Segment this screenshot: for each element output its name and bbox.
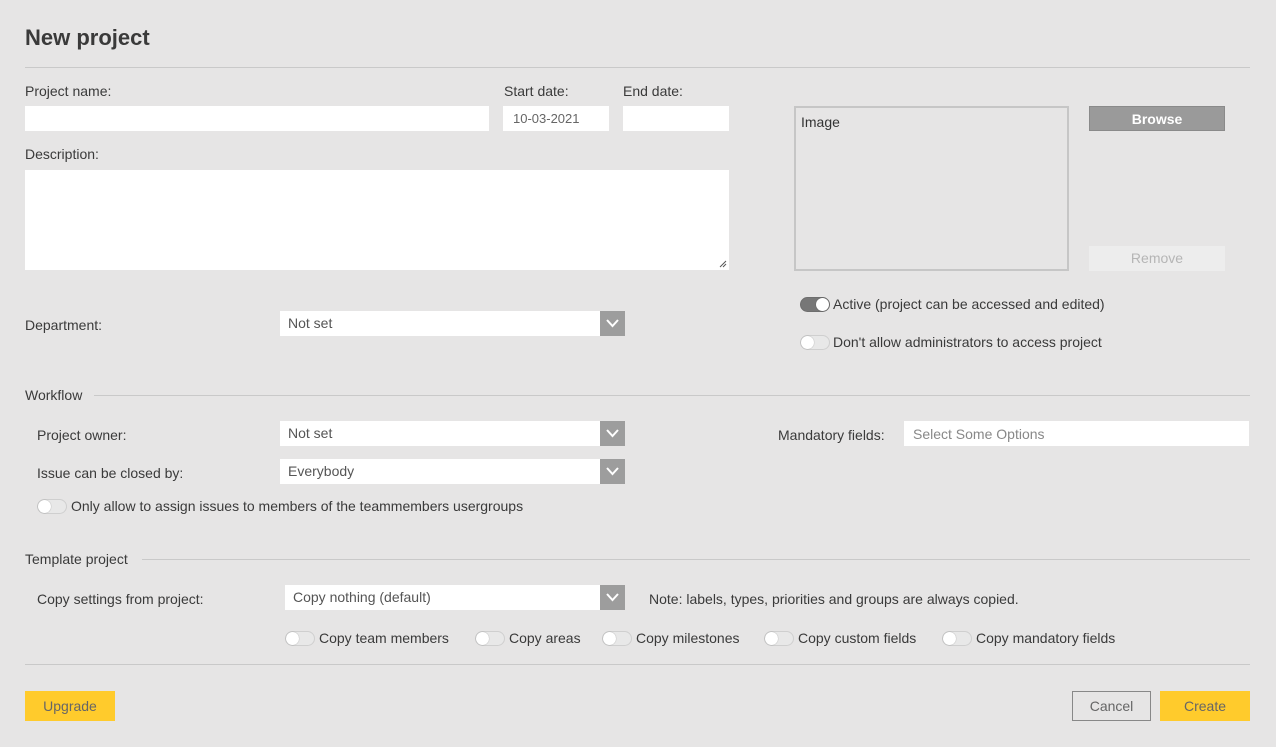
- footer-divider: [25, 664, 1250, 665]
- copy-settings-value: Copy nothing (default): [293, 589, 431, 605]
- upgrade-button[interactable]: Upgrade: [25, 691, 115, 721]
- cancel-button[interactable]: Cancel: [1072, 691, 1151, 721]
- start-date-input[interactable]: 10-03-2021: [503, 106, 609, 131]
- toggle-knob: [943, 632, 956, 645]
- copy-team-members-toggle[interactable]: [285, 631, 315, 646]
- toggle-knob: [38, 500, 51, 513]
- dialog-title: New project: [25, 25, 150, 50]
- closed-by-value: Everybody: [288, 463, 355, 479]
- copy-note: Note: labels, types, priorities and grou…: [649, 591, 1019, 607]
- assign-toggle[interactable]: [37, 499, 67, 514]
- copy-milestones-label: Copy milestones: [636, 630, 740, 646]
- create-button[interactable]: Create: [1160, 691, 1250, 721]
- toggle-knob: [765, 632, 778, 645]
- copy-milestones-toggle[interactable]: [602, 631, 632, 646]
- workflow-divider: [94, 395, 1250, 396]
- copy-settings-select[interactable]: Copy nothing (default): [285, 585, 625, 610]
- toggle-knob: [286, 632, 299, 645]
- end-date-label: End date:: [623, 83, 683, 99]
- toggle-knob: [801, 336, 814, 349]
- copy-team-members-label: Copy team members: [319, 630, 449, 646]
- mandatory-fields-placeholder: Select Some Options: [913, 426, 1045, 442]
- project-owner-value: Not set: [288, 425, 333, 441]
- image-placeholder-text: Image: [801, 114, 840, 130]
- title-divider: [25, 67, 1250, 68]
- remove-button[interactable]: Remove: [1089, 246, 1225, 271]
- description-textarea[interactable]: [25, 170, 729, 270]
- copy-areas-toggle[interactable]: [475, 631, 505, 646]
- no-admin-toggle-label: Don't allow administrators to access pro…: [833, 334, 1102, 350]
- chevron-down-icon[interactable]: [600, 421, 625, 446]
- mandatory-fields-label: Mandatory fields:: [778, 427, 885, 443]
- no-admin-toggle[interactable]: [800, 335, 830, 350]
- chevron-down-icon[interactable]: [600, 459, 625, 484]
- browse-button[interactable]: Browse: [1089, 106, 1225, 131]
- description-label: Description:: [25, 146, 99, 162]
- toggle-knob: [603, 632, 616, 645]
- assign-toggle-label: Only allow to assign issues to members o…: [71, 498, 524, 514]
- closed-by-select[interactable]: Everybody: [280, 459, 625, 484]
- end-date-input[interactable]: [623, 106, 729, 131]
- toggle-knob: [476, 632, 489, 645]
- mandatory-fields-select[interactable]: Select Some Options: [904, 421, 1249, 446]
- project-name-label: Project name:: [25, 83, 112, 99]
- project-owner-label: Project owner:: [37, 427, 127, 443]
- resize-handle-icon[interactable]: [719, 260, 727, 268]
- closed-by-label: Issue can be closed by:: [37, 465, 184, 481]
- copy-areas-label: Copy areas: [509, 630, 581, 646]
- copy-mandatory-fields-toggle[interactable]: [942, 631, 972, 646]
- active-toggle-label: Active (project can be accessed and edit…: [833, 296, 1105, 312]
- project-owner-select[interactable]: Not set: [280, 421, 625, 446]
- copy-custom-fields-label: Copy custom fields: [798, 630, 917, 646]
- image-preview: Image: [794, 106, 1069, 271]
- template-section-label: Template project: [25, 551, 128, 567]
- copy-mandatory-fields-label: Copy mandatory fields: [976, 630, 1116, 646]
- chevron-down-icon[interactable]: [600, 585, 625, 610]
- department-label: Department:: [25, 317, 103, 333]
- department-select[interactable]: Not set: [280, 311, 625, 336]
- copy-custom-fields-toggle[interactable]: [764, 631, 794, 646]
- start-date-label: Start date:: [504, 83, 569, 99]
- template-divider: [142, 559, 1250, 560]
- active-toggle[interactable]: [800, 297, 830, 312]
- department-value: Not set: [288, 315, 333, 331]
- workflow-section-label: Workflow: [25, 387, 83, 403]
- toggle-knob: [816, 298, 829, 311]
- project-name-input[interactable]: [25, 106, 489, 131]
- copy-settings-label: Copy settings from project:: [37, 591, 204, 607]
- chevron-down-icon[interactable]: [600, 311, 625, 336]
